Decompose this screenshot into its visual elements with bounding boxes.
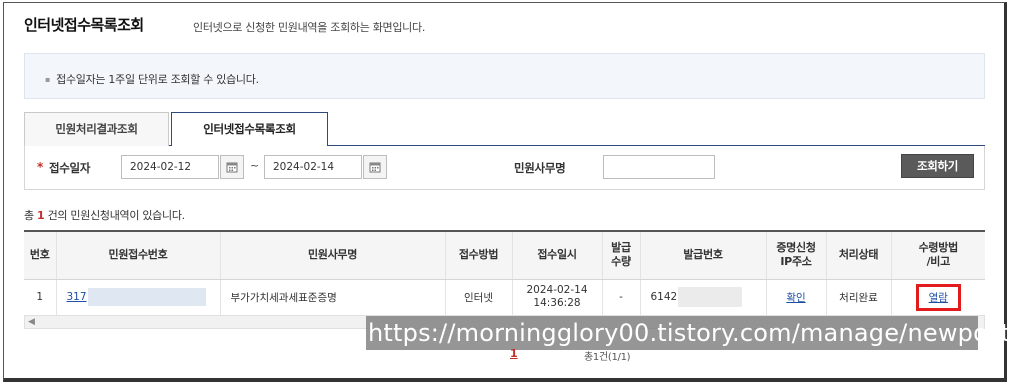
view-link[interactable]: 열람 <box>929 292 948 304</box>
cell-date: 2024-02-14 <box>526 284 588 296</box>
url-watermark: https://morningglory00.tistory.com/manag… <box>366 316 1016 350</box>
result-count: 1 <box>37 209 45 222</box>
cell-receipt-no: 317 <box>55 279 220 316</box>
cell-method: 인터넷 <box>444 279 512 316</box>
th-issue-no: 발급번호 <box>639 230 766 280</box>
required-mark: * <box>37 160 44 174</box>
calendar-icon[interactable] <box>363 155 387 179</box>
pager-total: 총1건(1/1) <box>584 352 631 363</box>
summary-suffix: 건의 민원신청내역이 있습니다. <box>47 209 186 222</box>
th-office-name: 민원사무명 <box>219 230 445 280</box>
date-to-input[interactable] <box>264 155 362 179</box>
cell-office-name: 부가가치세과세표준증명 <box>219 279 445 316</box>
tab-bar: 민원처리결과조회 인터넷접수목록조회 <box>24 112 985 147</box>
th-method: 접수방법 <box>444 230 512 280</box>
th-ip: 증명신청 IP주소 <box>765 230 826 280</box>
search-panel: * 접수일자 ~ 민원사무명 조회하기 <box>24 146 985 190</box>
table-row: 1 317 부가가치세과세표준증명 인터넷 2024-02-14 14:36:2… <box>24 279 985 316</box>
summary-prefix: 총 <box>24 209 34 222</box>
results-table-wrap: 번호 민원접수번호 민원사무명 접수방법 접수일시 발급 수량 발급번호 증명신… <box>24 230 985 316</box>
cell-status: 처리완료 <box>825 279 891 316</box>
highlight-box: 열람 <box>915 283 961 311</box>
page-subtitle: 인터넷으로 신청한 민원내역을 조회하는 화면입니다. <box>193 21 426 34</box>
result-summary: 총 1 건의 민원신청내역이 있습니다. <box>24 207 185 223</box>
office-name-input[interactable] <box>603 155 715 179</box>
th-receipt-no: 민원접수번호 <box>55 230 220 280</box>
date-range-separator: ~ <box>250 159 260 172</box>
redacted-block <box>678 287 743 307</box>
notice-box: 접수일자는 1주일 단위로 조회할 수 있습니다. <box>24 53 985 99</box>
ip-confirm-link[interactable]: 확인 <box>786 292 805 304</box>
results-table: 번호 민원접수번호 민원사무명 접수방법 접수일시 발급 수량 발급번호 증명신… <box>24 230 985 316</box>
tab-result-inquiry[interactable]: 민원처리결과조회 <box>24 112 169 146</box>
notice-text: 접수일자는 1주일 단위로 조회할 수 있습니다. <box>45 71 259 87</box>
cell-issue-no: 6142 <box>639 279 766 316</box>
page-number-link[interactable]: 1 <box>510 347 518 360</box>
office-name-label: 민원사무명 <box>514 161 566 175</box>
th-no: 번호 <box>24 230 56 280</box>
search-button[interactable]: 조회하기 <box>901 154 974 178</box>
date-label: 접수일자 <box>49 161 91 175</box>
scroll-left-icon[interactable]: ◀ <box>28 317 35 327</box>
cell-time: 14:36:28 <box>533 297 581 309</box>
th-status: 처리상태 <box>825 230 891 280</box>
cell-qty: - <box>601 279 640 316</box>
issue-no-text: 6142 <box>650 291 678 303</box>
date-from-input[interactable] <box>121 155 219 179</box>
page-title: 인터넷접수목록조회 <box>24 16 144 34</box>
th-datetime: 접수일시 <box>511 230 602 280</box>
cell-datetime: 2024-02-14 14:36:28 <box>511 279 602 316</box>
receipt-no-link[interactable]: 317 <box>67 291 87 303</box>
calendar-icon[interactable] <box>220 155 244 179</box>
th-receive: 수령방법 /비고 <box>890 230 985 280</box>
th-qty: 발급 수량 <box>601 230 640 280</box>
cell-no: 1 <box>24 279 56 316</box>
tab-internet-receipt-list[interactable]: 인터넷접수목록조회 <box>171 112 328 147</box>
redacted-block <box>87 288 206 306</box>
table-header-row: 번호 민원접수번호 민원사무명 접수방법 접수일시 발급 수량 발급번호 증명신… <box>24 230 985 280</box>
cell-ip: 확인 <box>765 279 826 316</box>
cell-receive: 열람 <box>890 279 985 316</box>
